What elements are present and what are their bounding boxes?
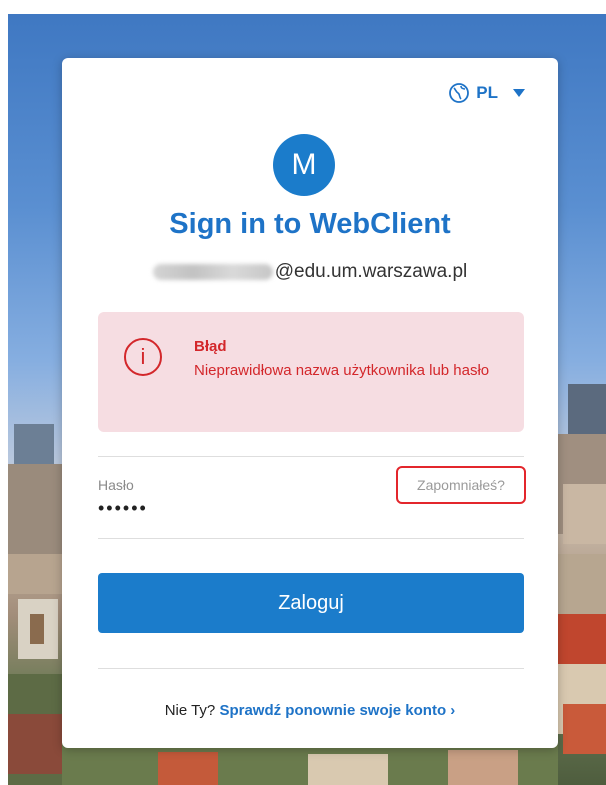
account-email: @edu.um.warszawa.pl (62, 261, 558, 283)
login-card: PL M Sign in to WebClient @edu.um.warsza… (62, 58, 558, 748)
password-label: Hasło (98, 477, 134, 493)
globe-icon (449, 83, 470, 103)
divider (98, 538, 524, 539)
login-button[interactable]: Zaloguj (98, 573, 524, 633)
footer-prompt: Nie Ty? (164, 702, 216, 719)
recheck-account-link[interactable]: Sprawdź ponownie swoje konto › (219, 702, 455, 719)
redacted-username (152, 264, 273, 280)
avatar-letter: M (291, 148, 317, 181)
error-alert: i Błąd Nieprawidłowa nazwa użytkownika l… (98, 312, 524, 432)
footer: Nie Ty? Sprawdź ponownie swoje konto › (62, 702, 558, 719)
password-input[interactable]: •••••• (98, 498, 148, 519)
divider (98, 668, 524, 669)
error-title: Błąd (194, 338, 227, 355)
info-circle-icon: i (124, 338, 162, 376)
language-code: PL (476, 83, 498, 102)
language-selector[interactable]: PL (448, 82, 526, 104)
divider (98, 456, 524, 457)
forgot-password-link[interactable]: Zapomniałeś? (396, 466, 526, 504)
avatar: M (273, 134, 335, 196)
caret-down-icon (513, 89, 525, 97)
error-message: Nieprawidłowa nazwa użytkownika lub hasł… (194, 362, 490, 379)
page-title: Sign in to WebClient (169, 208, 451, 240)
email-domain: @edu.um.warszawa.pl (274, 261, 468, 282)
